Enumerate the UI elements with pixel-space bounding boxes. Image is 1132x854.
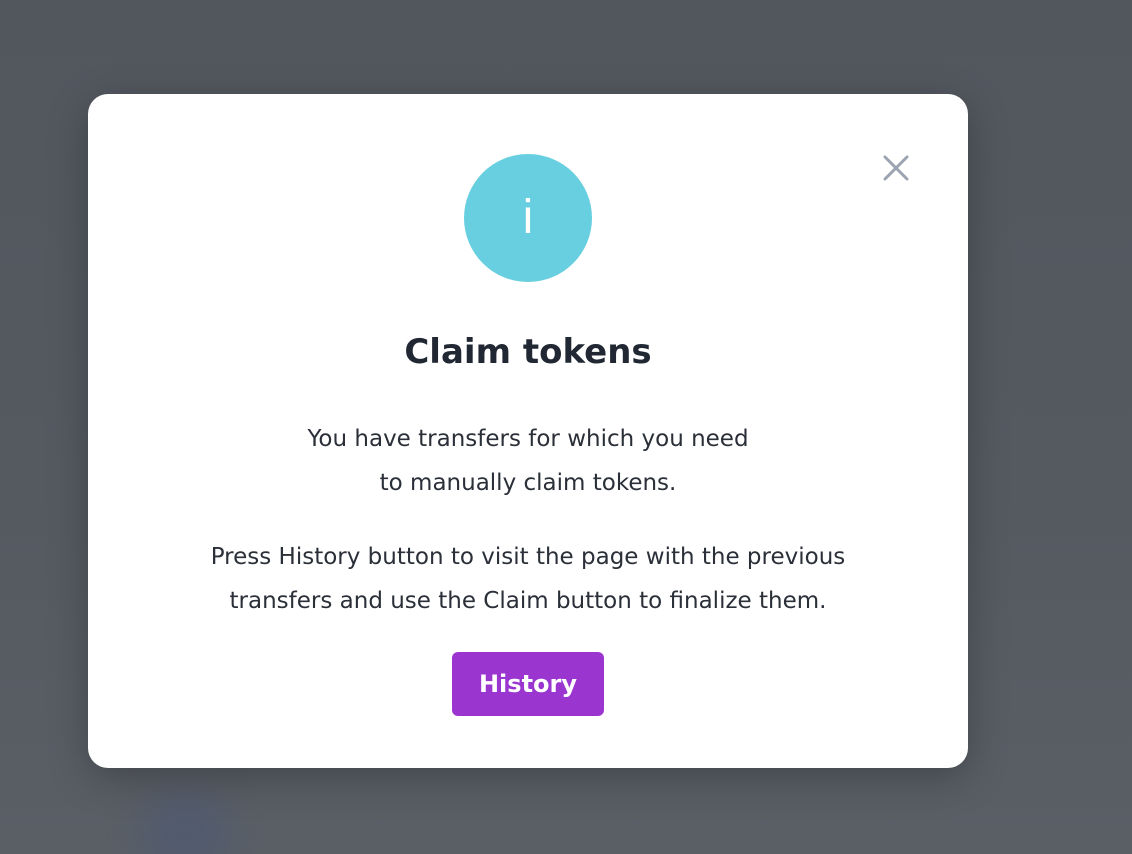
message-line: to manually claim tokens.	[379, 470, 677, 496]
dialog-instructions: Press History button to visit the page w…	[88, 535, 968, 623]
info-icon: i	[464, 154, 592, 282]
history-button[interactable]: History	[452, 652, 604, 716]
close-button[interactable]	[878, 150, 914, 186]
instructions-line: transfers and use the Claim button to fi…	[229, 588, 827, 614]
claim-tokens-dialog: i Claim tokens You have transfers for wh…	[88, 94, 968, 768]
instructions-line: Press History button to visit the page w…	[210, 544, 846, 570]
close-icon	[883, 155, 909, 181]
dialog-message: You have transfers for which you need to…	[88, 417, 968, 505]
info-glyph: i	[522, 191, 534, 244]
message-line: You have transfers for which you need	[307, 426, 749, 452]
dialog-title: Claim tokens	[404, 332, 652, 372]
